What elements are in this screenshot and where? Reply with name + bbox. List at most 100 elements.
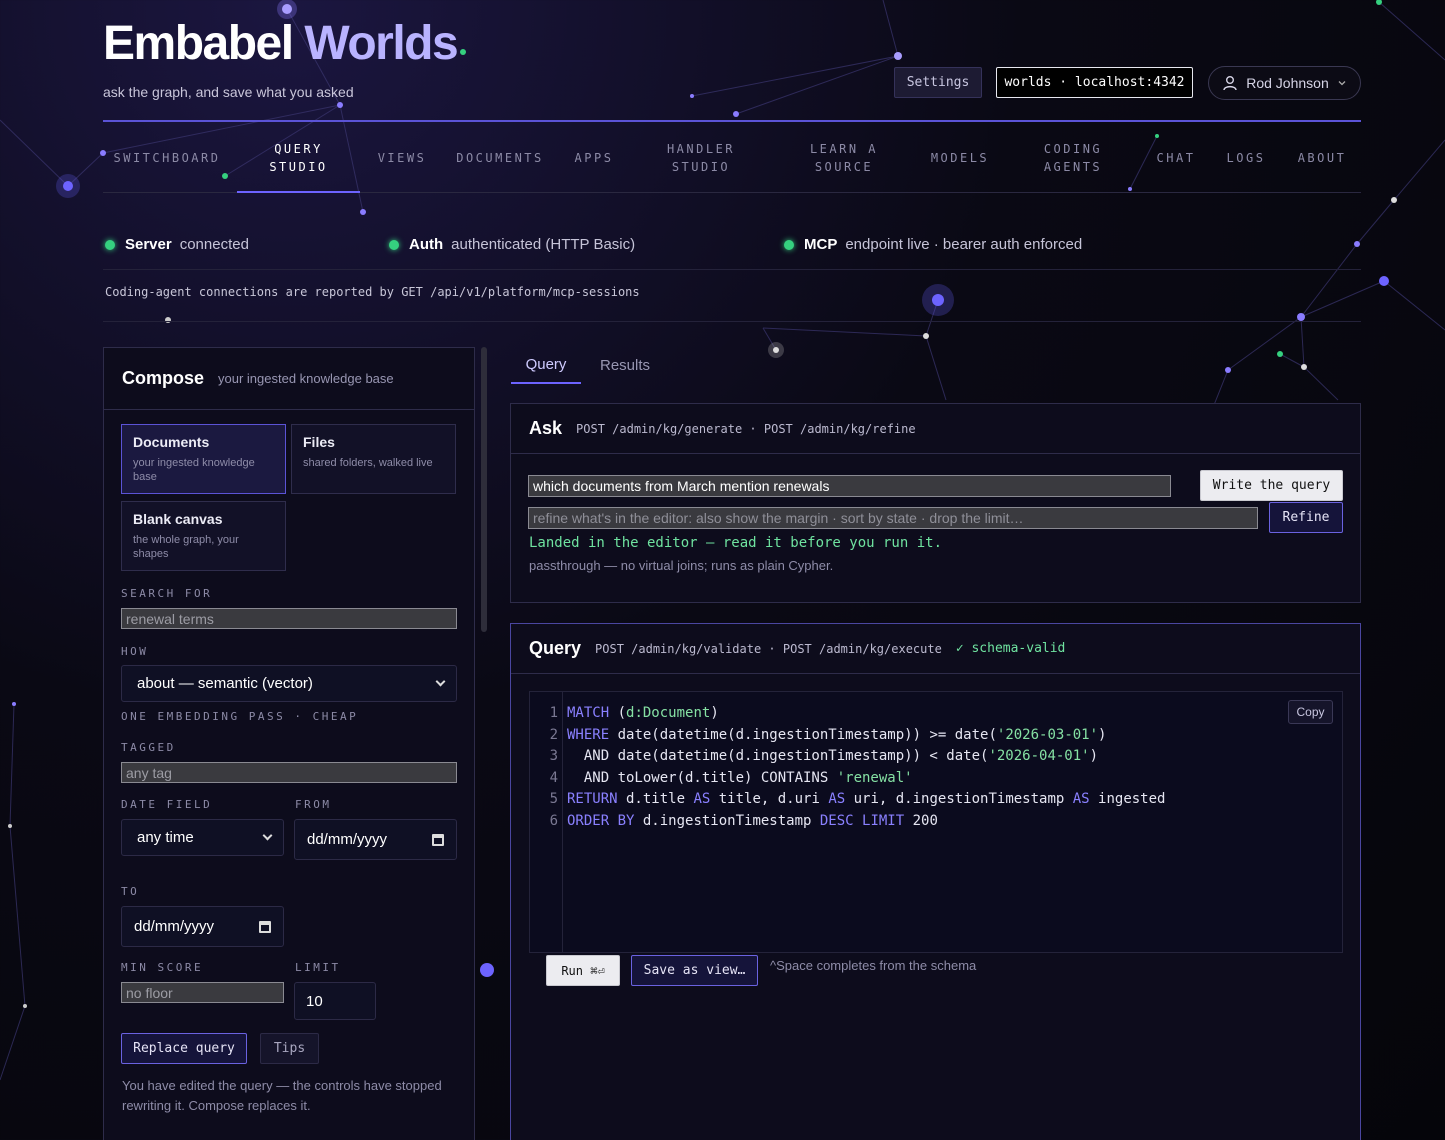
nav-models[interactable]: MODELS	[929, 123, 991, 193]
replace-query-button[interactable]: Replace query	[121, 1033, 247, 1064]
date-field-label: DATE FIELD	[121, 798, 213, 811]
compose-header: Compose your ingested knowledge base	[104, 348, 474, 410]
source-files[interactable]: Files shared folders, walked live	[291, 424, 456, 494]
from-date-input[interactable]: dd/mm/yyyy	[294, 819, 457, 860]
refine-button[interactable]: Refine	[1269, 502, 1343, 533]
user-name: Rod Johnson	[1246, 75, 1329, 91]
source-name: Files	[303, 434, 335, 450]
status-dot	[389, 239, 399, 250]
write-query-button[interactable]: Write the query	[1200, 470, 1343, 501]
to-date-value: dd/mm/yyyy	[134, 918, 215, 935]
run-button[interactable]: Run ⌘⏎	[546, 955, 620, 986]
code-token: )	[1098, 727, 1107, 743]
code-token: RETURN	[567, 791, 618, 807]
nav-coding-agents[interactable]: CODING AGENTS	[1039, 123, 1107, 193]
line-number: 3	[549, 748, 558, 764]
source-desc: the whole graph, your shapes	[133, 534, 239, 560]
limit-value: 10	[306, 992, 323, 1010]
nav-logs[interactable]: LOGS	[1225, 123, 1267, 193]
code-token: title, d.uri	[710, 791, 829, 807]
source-blank-canvas[interactable]: Blank canvas the whole graph, your shape…	[121, 501, 286, 571]
code-token: )	[710, 705, 719, 721]
query-card: Query POST /admin/kg/validate · POST /ad…	[510, 623, 1361, 1140]
nav-query-studio[interactable]: QUERY STUDIO	[237, 123, 360, 193]
nav-views[interactable]: VIEWS	[373, 123, 431, 193]
how-select[interactable]: about — semantic (vector)	[121, 665, 457, 702]
nav-apps[interactable]: APPS	[571, 123, 617, 193]
save-as-view-button[interactable]: Save as view…	[631, 955, 758, 986]
min-score-input[interactable]: no floor	[121, 982, 284, 1003]
compose-title: Compose	[122, 368, 205, 388]
chevron-down-icon	[1338, 81, 1346, 86]
host-selector[interactable]: worlds · localhost:4342	[996, 67, 1193, 98]
main-nav: SWITCHBOARD QUERY STUDIO VIEWS DOCUMENTS…	[103, 123, 1361, 193]
tab-results[interactable]: Results	[590, 347, 660, 384]
code-token: 200	[904, 813, 938, 829]
source-documents[interactable]: Documents your ingested knowledge base	[121, 424, 286, 494]
tab-query[interactable]: Query	[511, 347, 581, 384]
date-field-select[interactable]: any time	[121, 819, 284, 856]
code-token: MATCH	[567, 705, 610, 721]
settings-button[interactable]: Settings	[894, 67, 982, 98]
compose-scrollbar[interactable]	[481, 347, 487, 632]
min-score-label: MIN SCORE	[121, 961, 204, 974]
autocomplete-hint: ^Space completes from the schema	[770, 958, 977, 973]
limit-label: LIMIT	[295, 961, 341, 974]
divider	[103, 269, 1361, 270]
ask-card: Ask POST /admin/kg/generate · POST /admi…	[510, 403, 1361, 603]
chevron-down-icon	[262, 830, 273, 841]
nav-about[interactable]: ABOUT	[1297, 123, 1347, 193]
code-token: WHERE	[567, 727, 610, 743]
status-auth: Auth authenticated (HTTP Basic)	[389, 236, 635, 253]
ask-title: Ask	[529, 418, 563, 438]
code-token: date(datetime(d.ingestionTimestamp)) >= …	[609, 727, 997, 743]
code-token: AS	[693, 791, 711, 807]
limit-input[interactable]: 10	[294, 982, 376, 1020]
search-input[interactable]: renewal terms	[121, 608, 457, 629]
line-number: 6	[549, 813, 558, 829]
to-label: TO	[121, 885, 140, 898]
schema-valid-badge: ✓ schema-valid	[955, 641, 1066, 656]
question-input[interactable]: which documents from March mention renew…	[528, 475, 1171, 497]
query-endpoints: POST /admin/kg/validate · POST /admin/kg…	[595, 641, 942, 656]
tips-button[interactable]: Tips	[260, 1033, 319, 1064]
ask-header: Ask POST /admin/kg/generate · POST /admi…	[511, 404, 1360, 454]
tagged-label: TAGGED	[121, 741, 176, 754]
nav-documents[interactable]: DOCUMENTS	[455, 123, 545, 193]
ask-status: Landed in the editor — read it before yo…	[529, 535, 943, 551]
query-header: Query POST /admin/kg/validate · POST /ad…	[511, 624, 1360, 674]
connections-note: Coding-agent connections are reported by…	[105, 285, 640, 299]
source-desc: shared folders, walked live	[303, 457, 433, 469]
nav-handler-studio[interactable]: HANDLER STUDIO	[661, 123, 741, 193]
code-line: RETURN d.title AS title, d.uri AS uri, d…	[567, 791, 1165, 807]
from-label: FROM	[295, 798, 332, 811]
code-token: uri, d.ingestionTimestamp	[845, 791, 1073, 807]
code-token: DESC LIMIT	[819, 813, 905, 829]
code-line: ORDER BY d.ingestionTimestamp DESC LIMIT…	[567, 813, 938, 829]
source-name: Documents	[133, 434, 210, 450]
code-token: (	[609, 705, 627, 721]
code-token: )	[1089, 748, 1099, 764]
user-menu[interactable]: Rod Johnson	[1208, 66, 1361, 100]
from-date-value: dd/mm/yyyy	[307, 831, 388, 848]
query-title: Query	[529, 638, 582, 658]
source-desc: your ingested knowledge base	[133, 457, 255, 483]
how-label: HOW	[121, 645, 149, 658]
refine-input[interactable]: refine what's in the editor: also show t…	[528, 507, 1258, 529]
copy-button[interactable]: Copy	[1288, 700, 1333, 724]
code-token: AND toLower(d.title) CONTAINS	[567, 770, 837, 786]
query-editor[interactable]: 1 2 3 4 5 6 MATCH (d:Document) WHERE dat…	[529, 691, 1343, 953]
nav-learn-a-source[interactable]: LEARN A SOURCE	[803, 123, 885, 193]
nav-chat[interactable]: CHAT	[1155, 123, 1197, 193]
nav-switchboard[interactable]: SWITCHBOARD	[113, 123, 221, 193]
status-mcp: MCP endpoint live · bearer auth enforced	[784, 236, 1082, 253]
code-token: AS	[828, 791, 846, 807]
code-line: AND date(datetime(d.ingestionTimestamp))…	[567, 748, 1098, 764]
date-field-value: any time	[137, 829, 194, 846]
status-dot	[105, 239, 115, 250]
to-date-input[interactable]: dd/mm/yyyy	[121, 906, 284, 947]
tagged-input[interactable]: any tag	[121, 762, 457, 783]
code-line: WHERE date(datetime(d.ingestionTimestamp…	[567, 727, 1106, 743]
code-token: d.ingestionTimestamp	[634, 813, 820, 829]
status-dot	[784, 239, 794, 250]
